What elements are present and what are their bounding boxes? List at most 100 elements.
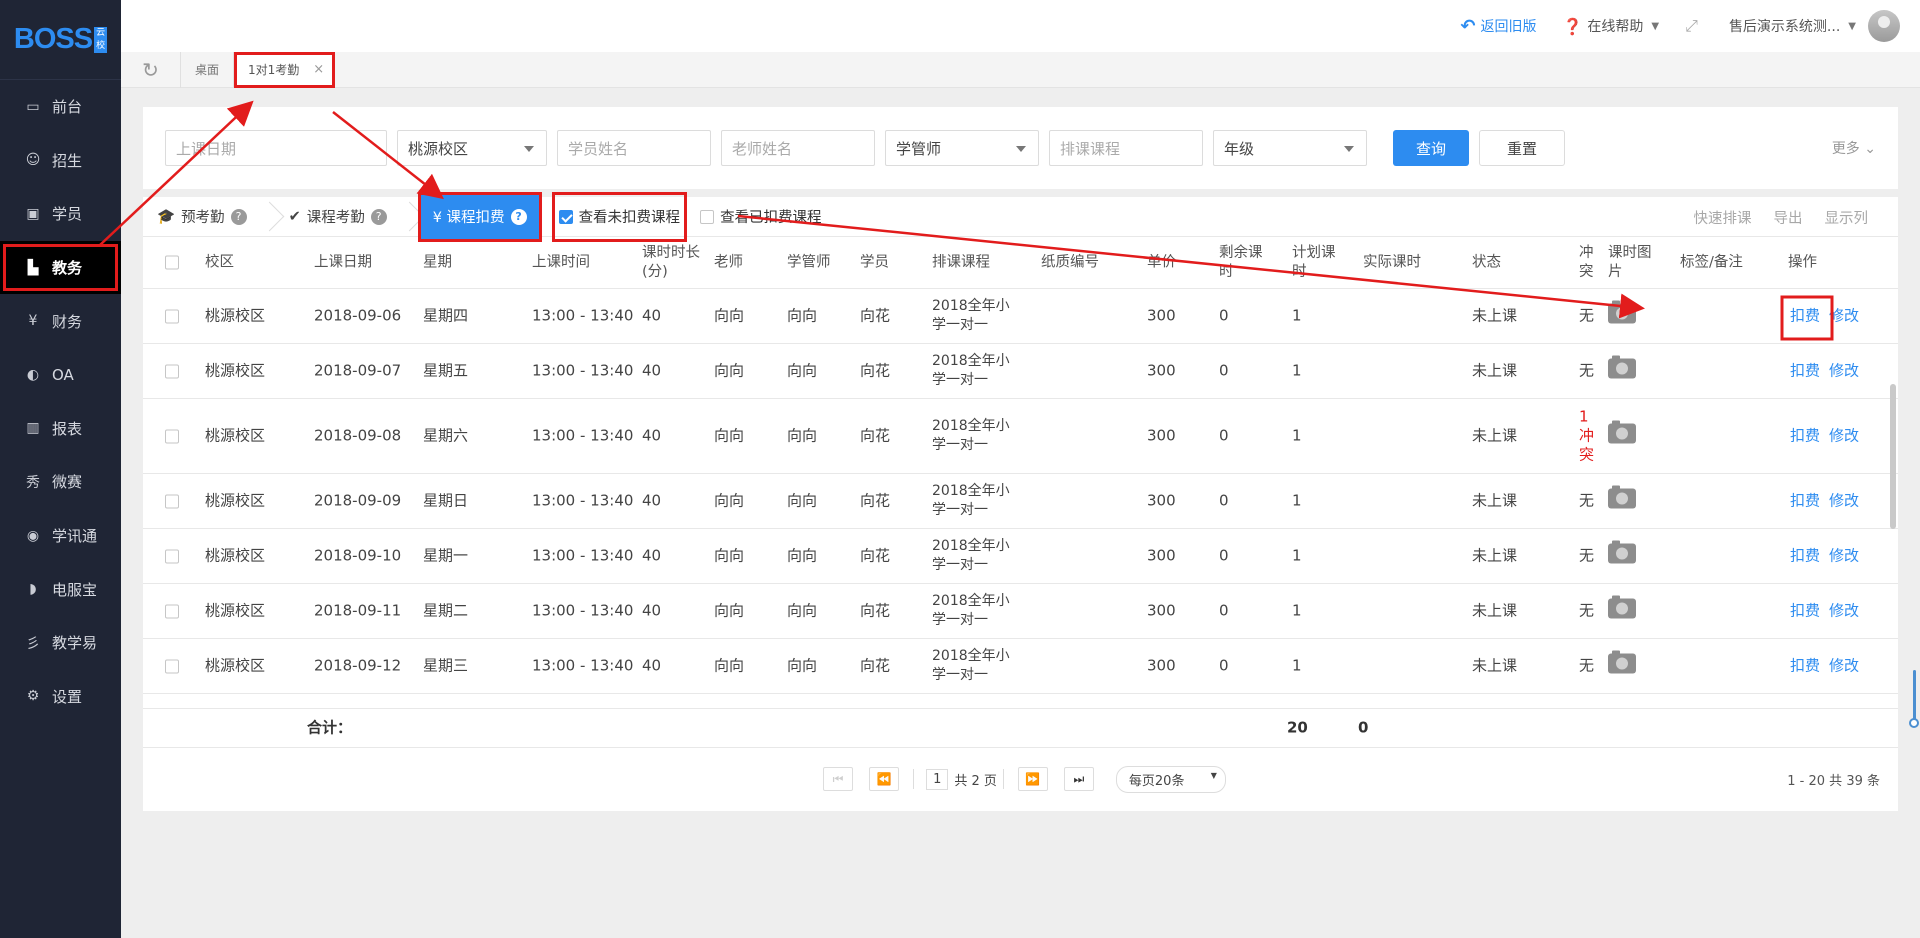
row-checkbox[interactable] xyxy=(165,492,179,511)
page-size-select[interactable]: 每页20条 xyxy=(1115,765,1226,793)
deduct-link[interactable]: 扣费 xyxy=(1790,492,1820,511)
row-checkbox[interactable] xyxy=(165,602,179,621)
oa-icon: ◐ xyxy=(26,366,40,383)
help-icon[interactable]: ? xyxy=(370,208,387,225)
edge-slider-knob[interactable] xyxy=(1909,718,1919,728)
table-scrollbar[interactable] xyxy=(1890,384,1896,529)
last-page-button[interactable]: ⏭ xyxy=(1063,767,1094,791)
fullscreen-button[interactable]: ⤢ xyxy=(1685,16,1703,36)
show-unpaid-checkbox[interactable]: 查看未扣费课程 xyxy=(551,191,688,242)
sidebar-item-settings[interactable]: ⚙ 设置 xyxy=(0,670,121,724)
sidebar-item-front-desk[interactable]: ▭ 前台 xyxy=(0,80,121,134)
edit-link[interactable]: 修改 xyxy=(1829,427,1859,446)
more-label: 更多 xyxy=(1831,141,1860,157)
logo[interactable]: BOSS 云校 xyxy=(0,0,121,80)
sidebar-item-reports[interactable]: ▥ 报表 xyxy=(0,402,121,456)
edit-link[interactable]: 修改 xyxy=(1829,492,1859,511)
page-number-input[interactable]: 1 xyxy=(926,768,949,790)
teacher-name-input[interactable]: 老师姓名 xyxy=(721,130,875,166)
grade-select[interactable]: 年级 xyxy=(1213,130,1367,166)
deduct-link[interactable]: 扣费 xyxy=(1790,547,1820,566)
checkbox-label: 查看已扣费课程 xyxy=(720,210,822,226)
camera-icon[interactable] xyxy=(1608,300,1636,329)
cell-teacher: 向向 xyxy=(714,491,745,510)
sidebar-item-xuexuntong[interactable]: ◉ 学讯通 xyxy=(0,509,121,563)
sidebar-item-enrollment[interactable]: ☺ 招生 xyxy=(0,134,121,188)
row-checkbox[interactable] xyxy=(165,657,179,676)
cell-teacher: 向向 xyxy=(714,361,745,380)
query-button[interactable]: 查询 xyxy=(1393,130,1469,166)
checkbox-checked[interactable] xyxy=(558,209,573,224)
row-checkbox[interactable] xyxy=(165,362,179,381)
deduct-link[interactable]: 扣费 xyxy=(1790,427,1820,446)
deduct-link[interactable]: 扣费 xyxy=(1790,657,1820,676)
tab-pre-attendance[interactable]: 🎓 预考勤? xyxy=(143,197,275,237)
close-icon[interactable]: × xyxy=(313,62,324,77)
sidebar-item-weisai[interactable]: 秀微赛 xyxy=(0,455,121,509)
camera-icon[interactable] xyxy=(1608,650,1636,679)
sidebar-item-label: OA xyxy=(52,365,74,384)
show-paid-checkbox[interactable]: 查看已扣费课程 xyxy=(700,206,822,227)
checkbox-unchecked[interactable] xyxy=(700,209,715,224)
user-menu[interactable]: 售后演示系统测... ▼ xyxy=(1729,10,1900,42)
camera-icon[interactable] xyxy=(1608,595,1636,624)
export-button[interactable]: 导出 xyxy=(1774,207,1803,228)
sidebar-item-oa[interactable]: ◐ OA xyxy=(0,348,121,402)
date-input[interactable]: 上课日期 xyxy=(165,130,387,166)
cell-remaining: 0 xyxy=(1219,546,1229,565)
teaching-icon: 彡 xyxy=(26,635,40,652)
camera-icon[interactable] xyxy=(1608,540,1636,569)
edit-link[interactable]: 修改 xyxy=(1829,657,1859,676)
edit-link[interactable]: 修改 xyxy=(1829,602,1859,621)
cell-teacher: 向向 xyxy=(714,656,745,675)
sidebar-item-dianfubao[interactable]: ◗ 电服宝 xyxy=(0,562,121,616)
checkbox-label: 查看未扣费课程 xyxy=(578,210,681,226)
sidebar-item-finance[interactable]: ¥ 财务 xyxy=(0,294,121,348)
sidebar-item-academic[interactable]: ▙ 教务 xyxy=(0,240,121,295)
row-checkbox[interactable] xyxy=(165,307,179,326)
user-plus-icon: ☺ xyxy=(25,152,41,169)
select-all-checkbox[interactable] xyxy=(165,253,179,272)
sidebar-item-label: 前台 xyxy=(52,98,83,117)
avatar[interactable] xyxy=(1868,10,1900,42)
help-icon[interactable]: ? xyxy=(230,208,247,225)
prev-page-button[interactable]: ⏪ xyxy=(869,767,900,791)
cell-time: 13:00 - 13:40 xyxy=(532,491,634,510)
reset-button[interactable]: 重置 xyxy=(1479,130,1565,166)
help-icon[interactable]: ? xyxy=(510,208,527,225)
tab-course-deduct[interactable]: ¥ 课程扣费? xyxy=(417,191,542,242)
tab-desktop[interactable]: 桌面 xyxy=(181,51,235,88)
next-page-button[interactable]: ⏩ xyxy=(1017,767,1048,791)
cell-campus: 桃源校区 xyxy=(205,306,266,325)
online-help-menu[interactable]: ❓ 在线帮助 ▼ xyxy=(1563,16,1660,36)
camera-icon[interactable] xyxy=(1608,420,1636,449)
edit-link[interactable]: 修改 xyxy=(1829,307,1859,326)
row-checkbox[interactable] xyxy=(165,427,179,446)
edit-link[interactable]: 修改 xyxy=(1829,547,1859,566)
manager-select[interactable]: 学管师 xyxy=(885,130,1039,166)
edge-slider-track[interactable] xyxy=(1913,670,1916,725)
cell-conflict[interactable]: 1冲突 xyxy=(1579,408,1594,465)
columns-button[interactable]: 显示列 xyxy=(1825,207,1869,228)
campus-select[interactable]: 桃源校区 xyxy=(397,130,547,166)
deduct-link[interactable]: 扣费 xyxy=(1790,602,1820,621)
deduct-link[interactable]: 扣费 xyxy=(1790,362,1820,381)
tab-1v1-attendance[interactable]: 1对1考勤 × xyxy=(234,51,336,88)
camera-icon[interactable] xyxy=(1608,355,1636,384)
edit-link[interactable]: 修改 xyxy=(1829,362,1859,381)
refresh-button[interactable]: ↻ xyxy=(121,51,181,88)
sidebar-item-students[interactable]: ▣ 学员 xyxy=(0,187,121,241)
row-checkbox[interactable] xyxy=(165,547,179,566)
more-filters-toggle[interactable]: 更多 ⌄ xyxy=(1832,138,1876,158)
deduct-link[interactable]: 扣费 xyxy=(1790,307,1820,326)
col-student: 学员 xyxy=(860,254,889,270)
tab-course-attendance[interactable]: ✔ 课程考勤? xyxy=(275,197,415,237)
quick-schedule-button[interactable]: 快速排课 xyxy=(1694,207,1752,228)
camera-icon[interactable] xyxy=(1608,485,1636,514)
sidebar-item-jiaoxueyi[interactable]: 彡教学易 xyxy=(0,616,121,670)
cell-status: 未上课 xyxy=(1472,546,1518,565)
student-name-input[interactable]: 学员姓名 xyxy=(557,130,711,166)
old-version-link[interactable]: ↶ 返回旧版 xyxy=(1460,16,1536,37)
course-input[interactable]: 排课课程 xyxy=(1049,130,1203,166)
first-page-button[interactable]: ⏮ xyxy=(823,767,854,791)
